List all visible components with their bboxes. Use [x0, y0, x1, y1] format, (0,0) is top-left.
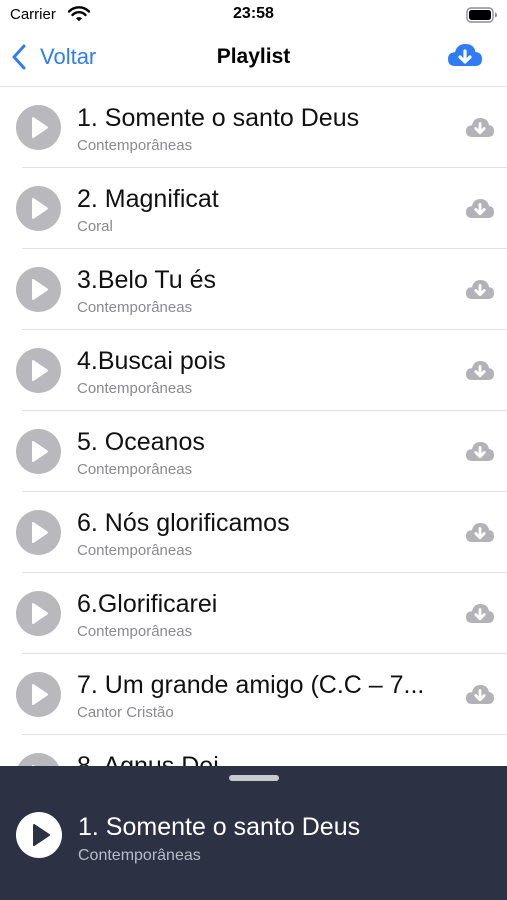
status-bar: Carrier 23:58: [0, 0, 507, 30]
track-title: 3.Belo Tu és: [77, 266, 216, 294]
track-title: 4.Buscai pois: [77, 347, 226, 375]
playlist: 1. Somente o santo Deus Contemporâneas 2. …: [0, 87, 507, 767]
status-time: 23:58: [233, 5, 274, 22]
download-icon[interactable]: [464, 277, 496, 303]
track-title: 6. Nós glorificamos: [77, 509, 290, 537]
track-title: 5. Oceanos: [77, 428, 205, 456]
track-play-button[interactable]: [16, 105, 61, 150]
play-icon: [32, 198, 48, 219]
play-icon: [32, 765, 37, 767]
track-subtitle: Contemporâneas: [77, 542, 193, 559]
player-track-subtitle: Contemporâneas: [78, 847, 201, 864]
track-play-button[interactable]: [16, 510, 61, 555]
track-play-button[interactable]: [16, 672, 61, 717]
track-subtitle: Contemporâneas: [77, 380, 193, 397]
player-track-title: 1. Somente o santo Deus: [78, 813, 361, 841]
play-icon: [32, 441, 48, 462]
track-title: 7. Um grande amigo (C.C – 7...: [77, 671, 425, 699]
track-title: 1. Somente o santo Deus: [77, 104, 360, 132]
download-icon[interactable]: [464, 601, 496, 627]
player-play-button[interactable]: [16, 812, 62, 858]
play-icon: [32, 684, 48, 705]
download-icon[interactable]: [464, 439, 496, 465]
track-subtitle: Contemporâneas: [77, 623, 193, 640]
mini-player[interactable]: 1. Somente o santo Deus Contemporâneas: [0, 766, 507, 900]
play-icon: [32, 117, 48, 138]
track-play-button[interactable]: [16, 753, 61, 767]
download-icon[interactable]: [464, 196, 496, 222]
track-row[interactable]: 6. Nós glorificamos Contemporâneas: [0, 492, 507, 573]
download-icon[interactable]: [464, 682, 496, 708]
track-row[interactable]: 6.Glorificarei Contemporâneas: [0, 573, 507, 654]
download-icon[interactable]: [464, 358, 496, 384]
track-play-button[interactable]: [16, 429, 61, 474]
download-all-button[interactable]: [446, 40, 484, 72]
download-icon[interactable]: [464, 115, 496, 141]
track-row[interactable]: 1. Somente o santo Deus Contemporâneas: [0, 87, 507, 168]
track-title: 8. Agnus Dei: [77, 752, 219, 767]
track-row[interactable]: 2. Magnificat Coral: [0, 168, 507, 249]
track-play-button[interactable]: [16, 348, 61, 393]
play-icon: [32, 279, 48, 300]
track-subtitle: Contemporâneas: [77, 461, 193, 478]
track-row[interactable]: 7. Um grande amigo (C.C – 7... Cantor Cri…: [0, 654, 507, 735]
track-row[interactable]: 4.Buscai pois Contemporâneas: [0, 330, 507, 411]
play-icon: [32, 603, 48, 624]
play-icon: [33, 824, 50, 846]
track-subtitle: Contemporâneas: [77, 299, 193, 316]
track-subtitle: Cantor Cristão: [77, 704, 174, 721]
download-icon[interactable]: [464, 520, 496, 546]
track-play-button[interactable]: [16, 267, 61, 312]
grabber-handle[interactable]: [229, 775, 279, 781]
track-title: 6.Glorificarei: [77, 590, 218, 618]
track-subtitle: Coral: [77, 218, 113, 235]
track-row[interactable]: 8. Agnus Dei: [0, 735, 507, 767]
track-title: 2. Magnificat: [77, 185, 219, 213]
track-row[interactable]: 5. Oceanos Contemporâneas: [0, 411, 507, 492]
track-play-button[interactable]: [16, 186, 61, 231]
page-title: Playlist: [216, 45, 291, 68]
battery-icon: [466, 7, 497, 23]
cloud-download-icon: [448, 44, 482, 66]
track-subtitle: Contemporâneas: [77, 137, 193, 154]
navigation-bar: Voltar Playlist: [0, 30, 507, 87]
play-icon: [32, 360, 48, 381]
track-play-button[interactable]: [16, 591, 61, 636]
track-row[interactable]: 3.Belo Tu és Contemporâneas: [0, 249, 507, 330]
play-icon: [32, 522, 48, 543]
